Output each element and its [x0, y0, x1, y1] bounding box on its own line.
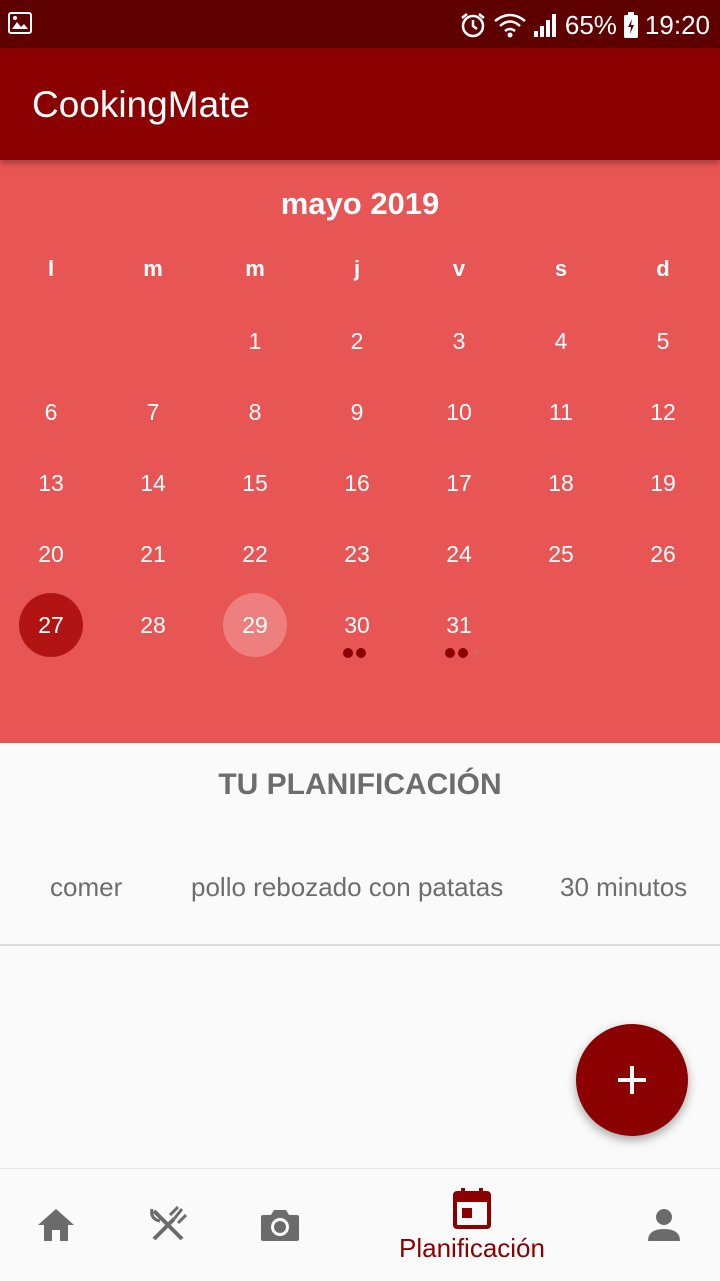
meal-type: comer [50, 872, 123, 902]
image-icon [8, 12, 32, 34]
calendar-day[interactable]: 25 [529, 522, 593, 586]
calendar-day[interactable]: 20 [19, 522, 83, 586]
wifi-icon [494, 13, 526, 38]
calendar-day[interactable]: 7 [121, 380, 185, 444]
event-dot [343, 648, 353, 658]
calendar-day[interactable]: 12 [631, 380, 695, 444]
calendar-day[interactable]: 24 [427, 522, 491, 586]
weekday-label: j [353, 256, 361, 281]
calendar-day[interactable]: 2 [325, 309, 389, 373]
calendar-day[interactable]: 3 [427, 309, 491, 373]
add-planning-button[interactable] [576, 1024, 688, 1136]
restaurant-icon [150, 1205, 188, 1241]
calendar-day[interactable]: 26 [631, 522, 695, 586]
event-indicator: + [445, 644, 482, 661]
weekday-label: l [47, 256, 55, 281]
calendar-icon [453, 1187, 491, 1229]
calendar-view: mayo 2019 lmmjvsd 1 2 3 4 5 6 7 8 9 10 11 12 13 14 15 1… [0, 160, 720, 743]
plus-icon [618, 1066, 646, 1094]
calendar-day[interactable]: 8 [223, 380, 287, 444]
prep-time: 30 minutos [560, 872, 688, 902]
calendar-day[interactable]: 6 [19, 380, 83, 444]
event-indicator [343, 647, 366, 659]
bottom-navigation: Planificación [0, 1168, 720, 1280]
weekday-label: v [452, 256, 466, 281]
event-dot [445, 648, 455, 658]
nav-planning-label: Planificación [399, 1232, 545, 1263]
calendar-month-title: mayo 2019 [280, 186, 440, 221]
weekday-label: s [554, 256, 568, 281]
alarm-icon [461, 13, 485, 38]
calendar-day[interactable]: 21 [121, 522, 185, 586]
planning-entry[interactable]: comer pollo rebozado con patatas 30 minu… [0, 868, 720, 908]
more-events-indicator: + [472, 644, 482, 661]
camera-icon [261, 1210, 299, 1241]
calendar-day[interactable]: 15 [223, 451, 287, 515]
event-dot [458, 648, 468, 658]
nav-planning[interactable]: Planificación [372, 1169, 572, 1281]
divider [0, 944, 720, 946]
battery-icon [623, 12, 638, 38]
event-dot [356, 648, 366, 658]
home-icon [38, 1209, 74, 1241]
calendar-day[interactable]: 13 [19, 451, 83, 515]
calendar-day[interactable]: 9 [325, 380, 389, 444]
nav-profile[interactable] [628, 1169, 700, 1281]
calendar-day[interactable]: 4 [529, 309, 593, 373]
calendar-day[interactable]: 19 [631, 451, 695, 515]
calendar-day[interactable]: 29 [223, 593, 287, 657]
calendar-day[interactable]: 17 [427, 451, 491, 515]
calendar-day[interactable]: 16 [325, 451, 389, 515]
nav-recipes[interactable] [132, 1169, 204, 1281]
nav-camera[interactable] [244, 1169, 316, 1281]
status-time: 19:20 [644, 9, 710, 40]
calendar-day[interactable]: 27 [19, 593, 83, 657]
calendar-day[interactable]: 11 [529, 380, 593, 444]
battery-percent: 65% [564, 9, 617, 40]
status-bar: 65% 19:20 [0, 0, 720, 48]
calendar-day[interactable]: 14 [121, 451, 185, 515]
planning-title: TU PLANIFICACIÓN [218, 768, 502, 801]
weekday-label: d [656, 256, 670, 281]
dish-name: pollo rebozado con patatas [191, 872, 504, 902]
calendar-day[interactable]: 18 [529, 451, 593, 515]
calendar-day[interactable]: 23 [325, 522, 389, 586]
app-title: CookingMate [32, 84, 251, 125]
calendar-day[interactable]: 5 [631, 309, 695, 373]
calendar-day[interactable]: 1 [223, 309, 287, 373]
calendar-day[interactable]: 28 [121, 593, 185, 657]
calendar-day[interactable]: 22 [223, 522, 287, 586]
person-icon [648, 1209, 680, 1241]
signal-icon [533, 14, 556, 37]
weekday-label: m [143, 256, 163, 281]
calendar-day[interactable]: 10 [427, 380, 491, 444]
nav-home[interactable] [20, 1169, 92, 1281]
weekday-label: m [245, 256, 265, 281]
app-bar: CookingMate [0, 48, 720, 160]
